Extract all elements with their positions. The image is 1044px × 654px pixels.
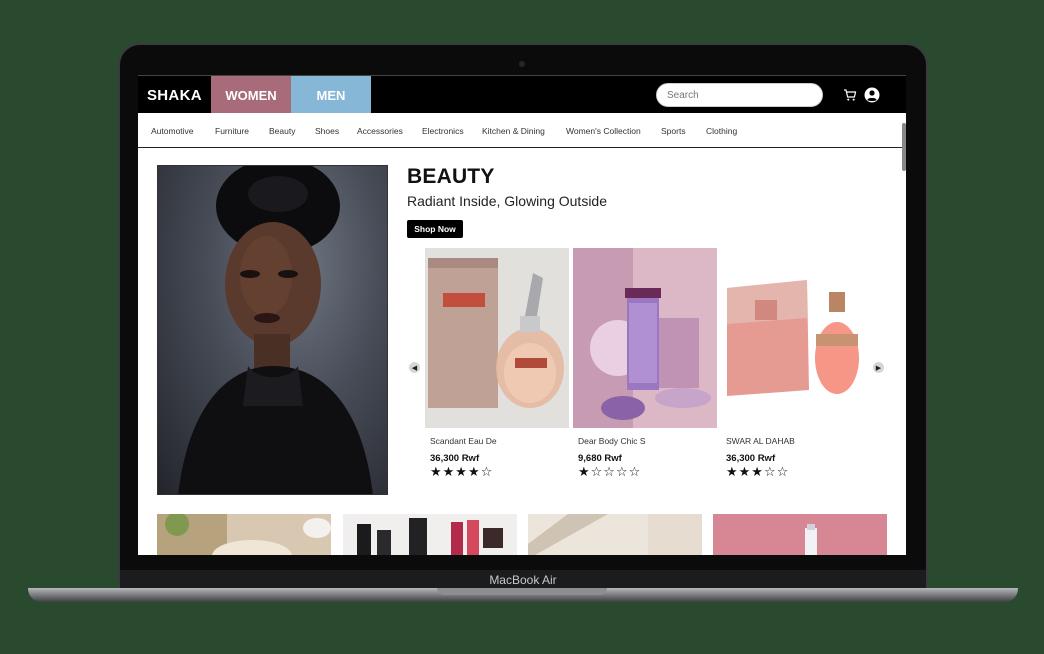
- camera: [519, 61, 525, 67]
- hero-subtitle: Radiant Inside, Glowing Outside: [407, 193, 607, 209]
- category-thumbnail[interactable]: [157, 514, 331, 555]
- category-furniture[interactable]: Furniture: [215, 126, 249, 136]
- category-thumbnail[interactable]: [528, 514, 702, 555]
- category-electronics[interactable]: Electronics: [422, 126, 464, 136]
- browser-screen: SHAKA WOMEN MEN Automotive Furniture Bea…: [138, 75, 906, 555]
- chevron-right-icon: ▶: [875, 364, 882, 372]
- cart-icon[interactable]: [843, 88, 857, 102]
- category-automotive[interactable]: Automotive: [151, 126, 194, 136]
- category-thumbnail[interactable]: [343, 514, 517, 555]
- laptop-notch: [437, 588, 607, 595]
- category-womens-collection[interactable]: Women's Collection: [566, 126, 641, 136]
- star-rating: ★★★★☆: [430, 465, 494, 480]
- shop-now-button[interactable]: Shop Now: [407, 220, 463, 238]
- category-bar: Automotive Furniture Beauty Shoes Access…: [138, 113, 902, 148]
- star-rating: ★★★☆☆: [726, 465, 790, 480]
- laptop-chin: MacBook Air: [120, 570, 926, 590]
- logo[interactable]: SHAKA: [147, 87, 202, 104]
- product-name[interactable]: SWAR AL DAHAB: [726, 436, 795, 446]
- tab-men[interactable]: MEN: [291, 76, 371, 114]
- product-image-scandant: [425, 248, 569, 428]
- category-clothing[interactable]: Clothing: [706, 126, 737, 136]
- product-price: 9,680 Rwf: [578, 453, 622, 464]
- hero-title: BEAUTY: [407, 165, 495, 188]
- search-input[interactable]: [656, 83, 823, 107]
- chevron-left-icon: ◀: [411, 364, 418, 372]
- carousel-prev-button[interactable]: ◀: [409, 362, 420, 373]
- scrollbar-thumb[interactable]: [902, 123, 906, 171]
- category-accessories[interactable]: Accessories: [357, 126, 403, 136]
- product-price: 36,300 Rwf: [430, 453, 480, 464]
- category-thumbnail[interactable]: [713, 514, 887, 555]
- carousel-next-button[interactable]: ▶: [873, 362, 884, 373]
- product-name[interactable]: Scandant Eau De: [430, 436, 497, 446]
- hero-image: [157, 165, 388, 495]
- product-image-dear-body: [573, 248, 717, 428]
- device-label: MacBook Air: [489, 573, 557, 587]
- product-price: 36,300 Rwf: [726, 453, 776, 464]
- tab-women[interactable]: WOMEN: [211, 76, 291, 114]
- top-nav: SHAKA WOMEN MEN: [138, 75, 906, 114]
- category-sports[interactable]: Sports: [661, 126, 686, 136]
- category-beauty[interactable]: Beauty: [269, 126, 295, 136]
- user-icon[interactable]: [864, 87, 880, 103]
- category-shoes[interactable]: Shoes: [315, 126, 339, 136]
- product-image-swar-al-dahab: [721, 248, 865, 428]
- category-kitchen-dining[interactable]: Kitchen & Dining: [482, 126, 545, 136]
- product-name[interactable]: Dear Body Chic S: [578, 436, 646, 446]
- star-rating: ★☆☆☆☆: [578, 465, 642, 480]
